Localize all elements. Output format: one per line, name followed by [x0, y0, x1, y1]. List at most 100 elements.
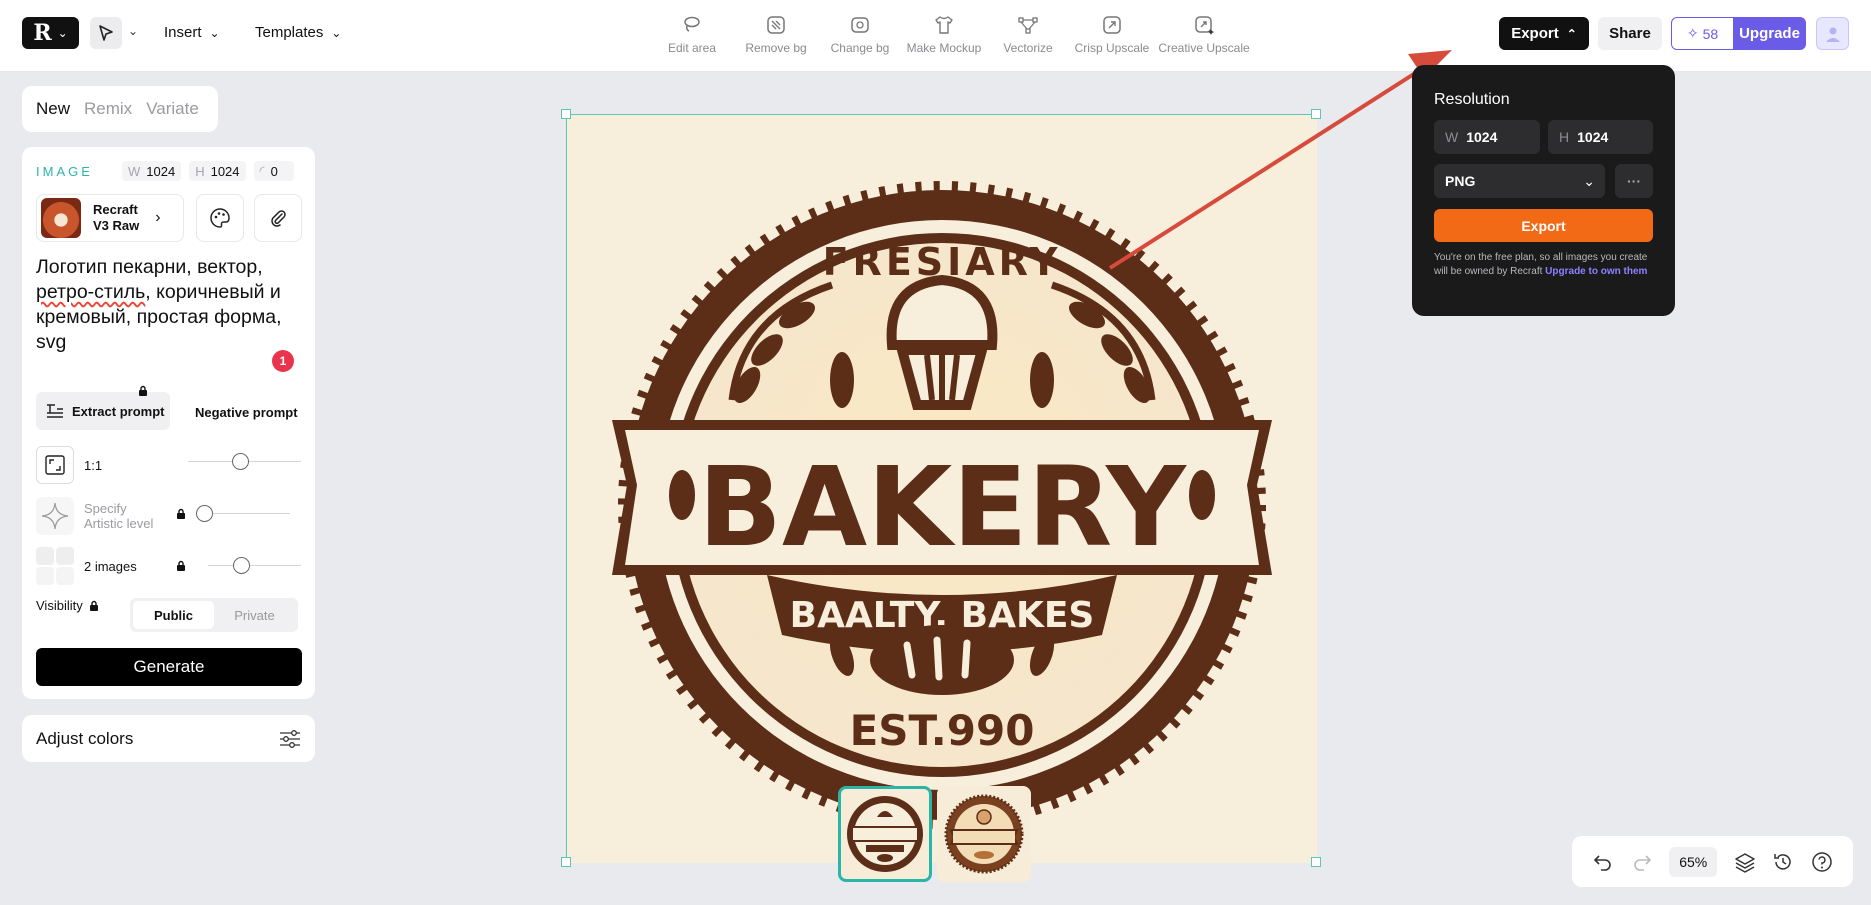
creative-upscale-button[interactable]: Creative Upscale	[1154, 14, 1254, 55]
export-label: Export	[1511, 25, 1559, 42]
share-button[interactable]: Share	[1598, 17, 1662, 50]
templates-label: Templates	[255, 24, 324, 41]
model-thumbnail	[41, 198, 81, 238]
credits-badge[interactable]: ✧ 58	[1671, 17, 1734, 50]
creative-upscale-label: Creative Upscale	[1158, 41, 1250, 55]
prompt-text-misspelled: ретро-стиль	[36, 281, 146, 303]
generate-button[interactable]: Generate	[36, 648, 302, 686]
export-popover: Resolution W 1024 H 1024 PNG ⌄ ··· Expor…	[1412, 65, 1675, 316]
export-height-field[interactable]: H 1024	[1548, 120, 1653, 154]
tab-remix[interactable]: Remix	[84, 99, 132, 119]
redo-button[interactable]	[1623, 852, 1662, 872]
aspect-ratio-slider-knob[interactable]	[232, 453, 249, 470]
aspect-ratio-row: 1:1	[36, 446, 102, 484]
edit-area-button[interactable]: Edit area	[650, 14, 734, 55]
tab-new[interactable]: New	[36, 99, 70, 119]
prompt-textarea[interactable]: Логотип пекарни, вектор, ретро-стиль, ко…	[36, 255, 298, 355]
adjust-colors-panel[interactable]: Adjust colors	[22, 715, 315, 762]
resize-handle-top-right[interactable]	[1311, 109, 1321, 119]
canvas-image[interactable]: FRESIARY BAKERY BAALTY, BAKES EST.990	[561, 109, 1321, 867]
lasso-icon	[684, 16, 700, 32]
artistic-level-button[interactable]	[36, 497, 74, 535]
height-field[interactable]: H 1024	[189, 161, 246, 181]
tab-variate[interactable]: Variate	[146, 99, 199, 119]
creative-upscale-icon	[1195, 16, 1214, 35]
resize-handle-bottom-left[interactable]	[561, 857, 571, 867]
seed-field[interactable]: ◜ 0	[253, 161, 294, 181]
upgrade-label: Upgrade	[1739, 25, 1800, 42]
image-count-slider-knob[interactable]	[233, 557, 250, 574]
extract-prompt-label: Extract prompt	[72, 403, 165, 419]
model-name: Recraft V3 Raw	[93, 202, 139, 234]
artistic-level-slider-knob[interactable]	[196, 505, 213, 522]
vectorize-button[interactable]: Vectorize	[986, 14, 1070, 55]
share-label: Share	[1609, 25, 1651, 42]
logo-bottom-text: EST.990	[850, 706, 1035, 755]
chevron-up-icon: ⌃	[1566, 26, 1577, 41]
upgrade-link[interactable]: Upgrade to own them	[1545, 266, 1647, 277]
export-width-value: 1024	[1466, 129, 1498, 145]
resize-handle-top-left[interactable]	[561, 109, 571, 119]
export-confirm-button[interactable]: Export	[1434, 209, 1653, 242]
width-key: W	[128, 163, 141, 179]
negative-prompt-button[interactable]: Negative prompt	[195, 405, 298, 420]
aspect-ratio-button[interactable]	[36, 446, 74, 484]
public-option[interactable]: Public	[133, 601, 214, 629]
chevron-right-icon: ›	[155, 209, 161, 226]
artistic-label-line1: Specify	[84, 501, 127, 516]
adjust-colors-label: Adjust colors	[36, 728, 134, 748]
extract-prompt-button[interactable]: Extract prompt	[36, 392, 170, 430]
recraft-logo-icon: R	[33, 20, 52, 46]
zoom-level[interactable]: 65%	[1669, 846, 1718, 877]
variant-thumbnail-2[interactable]	[937, 786, 1031, 882]
upgrade-button[interactable]: Upgrade	[1733, 17, 1806, 50]
lock-icon	[89, 600, 98, 611]
image-count-slider[interactable]	[208, 565, 301, 566]
model-name-line1: Recraft	[93, 202, 138, 217]
model-selector[interactable]: Recraft V3 Raw ›	[36, 194, 184, 242]
select-tool-button[interactable]	[90, 17, 122, 49]
width-field[interactable]: W 1024	[122, 161, 182, 181]
text-lines-icon	[47, 404, 63, 418]
style-palette-button[interactable]	[196, 194, 244, 242]
crisp-upscale-button[interactable]: Crisp Upscale	[1070, 14, 1154, 55]
format-select[interactable]: PNG ⌄	[1434, 164, 1605, 198]
history-button[interactable]	[1764, 851, 1803, 873]
private-option[interactable]: Private	[214, 601, 295, 629]
lock-icon	[177, 508, 185, 519]
insert-label: Insert	[164, 24, 202, 41]
export-button[interactable]: Export ⌃	[1499, 17, 1589, 50]
cursor-icon	[99, 25, 113, 41]
upscale-icon	[1103, 16, 1121, 34]
artistic-label-line2: Artistic level	[84, 516, 154, 531]
generation-panel: IMAGE W 1024 H 1024 ◜ 0 Recraft V3 Raw ›…	[22, 147, 315, 699]
export-width-field[interactable]: W 1024	[1434, 120, 1540, 154]
more-options-button[interactable]: ···	[1615, 164, 1653, 198]
change-bg-button[interactable]: Change bg	[818, 14, 902, 55]
templates-menu[interactable]: Templates ⌄	[255, 24, 341, 41]
credits-count: 58	[1702, 25, 1719, 42]
layers-button[interactable]	[1725, 851, 1764, 873]
resize-handle-bottom-right[interactable]	[1311, 857, 1321, 867]
width-value: 1024	[146, 163, 176, 179]
image-label: IMAGE	[36, 163, 93, 179]
undo-button[interactable]	[1584, 852, 1623, 872]
image-count-icon[interactable]	[36, 547, 74, 585]
image-count-row: 2 images	[36, 547, 137, 585]
remove-bg-button[interactable]: Remove bg	[734, 14, 818, 55]
chevron-down-icon: ⌄	[209, 25, 220, 40]
spellcheck-badge[interactable]: 1	[272, 350, 294, 372]
make-mockup-button[interactable]: Make Mockup	[902, 14, 986, 55]
paperclip-icon	[271, 210, 286, 227]
variant-thumbnail-1[interactable]	[838, 786, 932, 882]
user-avatar[interactable]	[1816, 17, 1849, 50]
tool-chevron-down-icon[interactable]: ⌄	[128, 24, 138, 38]
help-icon	[1811, 851, 1832, 872]
insert-menu[interactable]: Insert ⌄	[164, 24, 220, 41]
attach-button[interactable]	[254, 194, 302, 242]
free-plan-note: You're on the free plan, so all images y…	[1434, 251, 1658, 279]
app-menu-button[interactable]: R ⌄	[22, 17, 79, 49]
visibility-label: Visibility	[36, 598, 83, 613]
vectorize-label: Vectorize	[1003, 41, 1053, 55]
help-button[interactable]	[1802, 851, 1841, 873]
